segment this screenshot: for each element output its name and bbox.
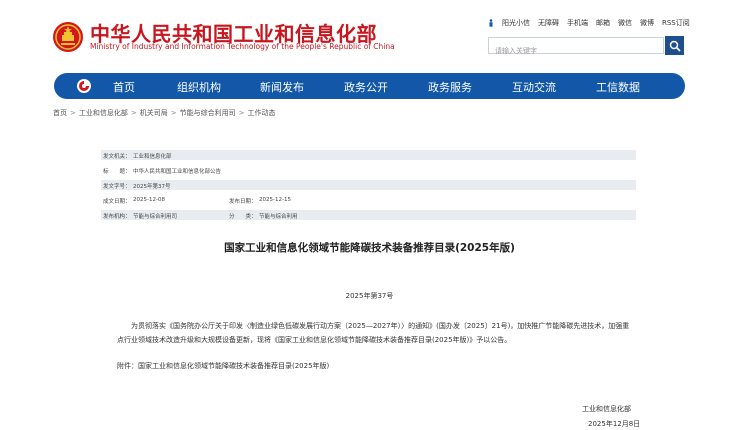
nav-item-services[interactable]: 政务服务 [428, 79, 472, 95]
breadcrumb-miit[interactable]: 工业和信息化部 [79, 109, 128, 117]
accessibility-icon [488, 19, 494, 27]
doc-no-value: 2025年第37号 [133, 183, 171, 190]
breadcrumb-separator: > [70, 109, 76, 117]
search-box [488, 37, 664, 59]
issuer-label: 发文机关： [103, 153, 131, 160]
national-emblem-logo [52, 21, 84, 53]
search-button[interactable] [665, 36, 684, 55]
top-link-sunshine[interactable]: 阳光小信 [502, 18, 530, 28]
published-date-label: 发布日期： [229, 198, 257, 205]
breadcrumb-work-news[interactable]: 工作动态 [248, 109, 276, 117]
top-link-weibo[interactable]: 微博 [640, 18, 654, 28]
nav-item-public-affairs[interactable]: 政务公开 [344, 79, 388, 95]
nav-item-data[interactable]: 工信数据 [596, 79, 640, 95]
search-icon [669, 40, 681, 52]
info-row-issuer: 发文机关： 工业和信息化部 [101, 150, 636, 160]
nav-item-news[interactable]: 新闻发布 [260, 79, 304, 95]
category-value: 节能与综合利用 [259, 213, 298, 220]
nav-item-home[interactable]: 首页 [113, 79, 135, 95]
info-row-title: 标 题： 中华人民共和国工业和信息化部公告 [101, 165, 636, 175]
info-row-dates: 成文日期： 2025-12-08 发布日期： 2025-12-15 [101, 195, 636, 205]
document-date: 2025年12月8日 [588, 420, 641, 428]
top-link-mobile[interactable]: 手机端 [567, 18, 588, 28]
title-label: 标 题： [103, 168, 131, 175]
dept-value: 节能与综合利用司 [133, 213, 178, 220]
breadcrumb: 首页 > 工业和信息化部 > 机关司局 > 节能与综合利用司 > 工作动态 [53, 108, 276, 118]
top-links: 阳光小信 无障碍 手机端 邮箱 微信 微博 RSS订阅 [488, 18, 690, 28]
nav-item-interaction[interactable]: 互动交流 [512, 79, 556, 95]
breadcrumb-energy-dept[interactable]: 节能与综合利用司 [180, 109, 236, 117]
breadcrumb-separator: > [170, 109, 177, 117]
breadcrumb-home[interactable]: 首页 [53, 109, 67, 117]
breadcrumb-separator: > [238, 109, 245, 117]
document-paragraph: 为贯彻落实《国务院办公厅关于印发〈制造业绿色低碳发展行动方案（2025—2027… [117, 322, 630, 344]
document-signature: 工业和信息化部 [582, 405, 631, 413]
nav-logo-icon [76, 78, 92, 94]
breadcrumb-separator: > [130, 109, 137, 117]
info-row-dept: 发布机构： 节能与综合利用司 分 类： 节能与综合利用 [101, 210, 636, 220]
written-date-label: 成文日期： [103, 198, 131, 205]
category-label: 分 类： [229, 213, 257, 220]
document-title: 国家工业和信息化领域节能降碳技术装备推荐目录(2025年版) [224, 242, 515, 254]
info-row-doc-no: 发文字号： 2025年第37号 [101, 180, 636, 190]
document-number: 2025年第37号 [345, 292, 394, 300]
breadcrumb-departments[interactable]: 机关司局 [140, 109, 168, 117]
published-date-value: 2025-12-15 [259, 196, 291, 203]
title-value: 中华人民共和国工业和信息化部公告 [133, 168, 222, 175]
doc-no-label: 发文字号： [103, 183, 131, 190]
top-link-wechat[interactable]: 微信 [618, 18, 632, 28]
dept-label: 发布机构： [103, 213, 131, 220]
top-link-rss[interactable]: RSS订阅 [662, 18, 690, 28]
issuer-value: 工业和信息化部 [133, 153, 172, 160]
top-link-accessibility[interactable]: 无障碍 [538, 18, 559, 28]
search-input[interactable] [489, 43, 663, 59]
site-subtitle: Ministry of Industry and Information Tec… [90, 42, 395, 51]
top-link-mail[interactable]: 邮箱 [596, 18, 610, 28]
nav-item-organization[interactable]: 组织机构 [177, 79, 221, 95]
written-date-value: 2025-12-08 [133, 196, 165, 203]
attachment-link[interactable]: 附件：国家工业和信息化领域节能降碳技术装备推荐目录(2025年版) [117, 361, 329, 371]
